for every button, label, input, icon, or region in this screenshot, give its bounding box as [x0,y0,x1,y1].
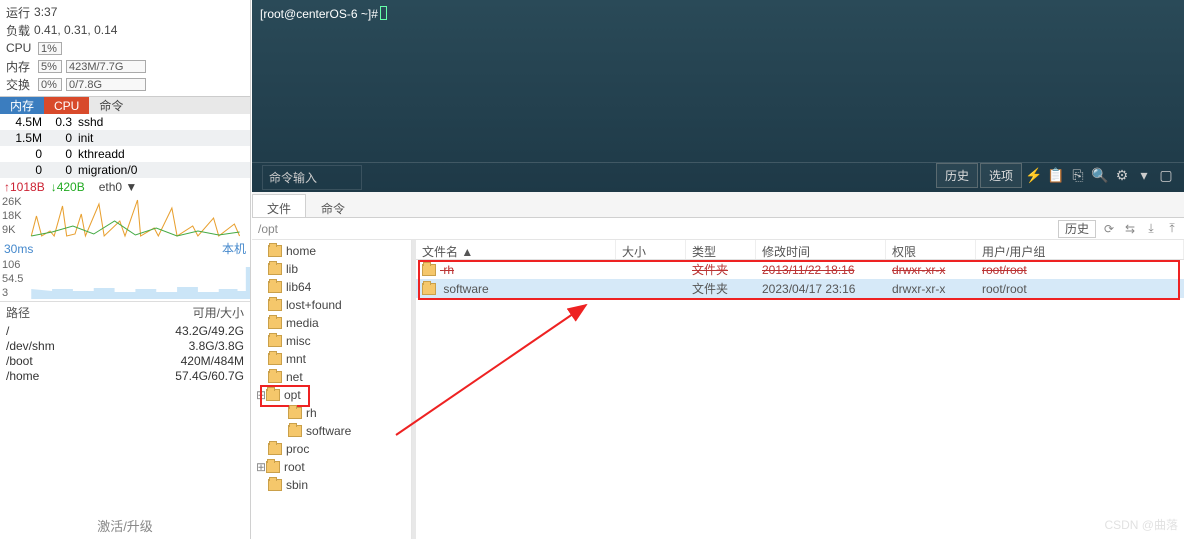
tree-item-root[interactable]: ⊞root [252,458,411,476]
net-sparkline: 26K18K9K [0,196,250,238]
search-icon[interactable]: 🔍 [1090,166,1110,186]
tab-mem[interactable]: 内存 [0,97,44,114]
history-button[interactable]: 历史 [936,163,978,188]
folder-icon [268,317,282,329]
folder-tree[interactable]: home lib lib64 lost+found media misc mnt… [252,240,412,539]
copy-icon[interactable]: ⎘ [1068,166,1088,186]
proc-list: 4.5M0.3sshd 1.5M0init 00kthreadd 00migra… [0,114,250,178]
left-monitor-pane: 运行 3:37 负载 0.41, 0.31, 0.14 CPU1% 内存5%42… [0,0,251,539]
activate-link[interactable]: 激活/升级 [0,516,250,535]
tree-item-lib64[interactable]: lib64 [252,278,411,296]
fullscreen-icon[interactable]: ▢ [1156,166,1176,186]
folder-icon [268,479,282,491]
folder-icon [268,335,282,347]
command-input[interactable]: 命令输入 [262,165,362,190]
folder-icon [422,264,436,276]
tree-item-net[interactable]: net [252,368,411,386]
gear-icon[interactable]: ⚙ [1112,166,1132,186]
mem-row: 内存5%423M/7.7G [6,57,244,75]
disk-row: /home57.4G/60.7G [0,368,250,383]
tree-item-sbin[interactable]: sbin [252,476,411,494]
folder-icon [266,389,280,401]
col-size[interactable]: 大小 [616,240,686,259]
download-icon[interactable]: ⤒ [1163,220,1181,238]
col-owner[interactable]: 用户/用户组 [976,240,1184,259]
uptime-row: 运行 3:37 [6,3,244,21]
upload-icon[interactable]: ⤓ [1142,220,1160,238]
expand-icon[interactable]: ▾ [1134,166,1154,186]
terminal[interactable]: [root@centerOS-6 ~]# 命令输入 历史 选项 ⚡ 📋 ⎘ 🔍 … [252,0,1184,192]
tree-item-media[interactable]: media [252,314,411,332]
tab-cmd[interactable]: 命令 [89,97,133,114]
folder-icon [268,263,282,275]
col-mtime[interactable]: 修改时间 [756,240,886,259]
tab-cpu[interactable]: CPU [44,97,89,114]
col-perm[interactable]: 权限 [886,240,976,259]
proc-tabs: 内存 CPU 命令 [0,96,250,114]
disk-header: 路径可用/大小 [0,301,250,323]
tree-item-software[interactable]: software [252,422,411,440]
file-list: 文件名 ▲ 大小 类型 修改时间 权限 用户/用户组 rh 文件夹2013/11… [416,240,1184,539]
tree-item-mnt[interactable]: mnt [252,350,411,368]
lat-stats: 30ms本机 [0,238,250,259]
tree-item-proc[interactable]: proc [252,440,411,458]
path-history-button[interactable]: 历史 [1058,220,1096,238]
tree-item-home[interactable]: home [252,242,411,260]
paste-icon[interactable]: 📋 [1046,166,1066,186]
tree-item-lib[interactable]: lib [252,260,411,278]
folder-icon [288,425,302,437]
iface-select[interactable]: eth0 ▼ [99,180,138,194]
folder-icon [268,353,282,365]
cpu-row: CPU1% [6,39,244,57]
folder-icon [268,371,282,383]
tab-file[interactable]: 文件 [252,194,306,217]
bolt-icon[interactable]: ⚡ [1024,166,1044,186]
right-pane: [root@centerOS-6 ~]# 命令输入 历史 选项 ⚡ 📋 ⎘ 🔍 … [252,0,1184,539]
file-manager: 文件 命令 /opt 历史 ⟳ ⇆ ⤓ ⤒ home lib lib64 los… [252,192,1184,539]
disk-row: /43.2G/49.2G [0,323,250,338]
tree-item-misc[interactable]: misc [252,332,411,350]
tab-command[interactable]: 命令 [306,194,360,217]
swap-row: 交换0%0/7.8G [6,75,244,93]
col-name[interactable]: 文件名 ▲ [416,240,616,259]
tree-item-opt[interactable]: ⊟opt [252,386,411,404]
folder-icon [266,461,280,473]
list-row-software[interactable]: software 文件夹2023/04/17 23:16drwxr-xr-xro… [416,279,1184,298]
list-header: 文件名 ▲ 大小 类型 修改时间 权限 用户/用户组 [416,240,1184,260]
folder-icon [288,407,302,419]
folder-icon [268,245,282,257]
folder-icon [268,299,282,311]
folder-icon [422,283,436,295]
net-stats: ↑1018B↓420B eth0 ▼ [0,178,250,196]
options-button[interactable]: 选项 [980,163,1022,188]
disk-row: /boot420M/484M [0,353,250,368]
list-row-rh[interactable]: rh 文件夹2013/11/22 18:16drwxr-xr-xroot/roo… [416,260,1184,279]
prompt: [root@centerOS-6 ~]# [260,6,1176,22]
tree-item-lostfound[interactable]: lost+found [252,296,411,314]
watermark: CSDN @曲落 [1104,516,1178,533]
path-display[interactable]: /opt [252,222,1058,236]
transfer-icon[interactable]: ⇆ [1121,220,1139,238]
lat-sparkline: 10654.53 [0,259,250,301]
disk-row: /dev/shm3.8G/3.8G [0,338,250,353]
col-type[interactable]: 类型 [686,240,756,259]
folder-icon [268,281,282,293]
load-row: 负载 0.41, 0.31, 0.14 [6,21,244,39]
folder-icon [268,443,282,455]
refresh-icon[interactable]: ⟳ [1100,220,1118,238]
